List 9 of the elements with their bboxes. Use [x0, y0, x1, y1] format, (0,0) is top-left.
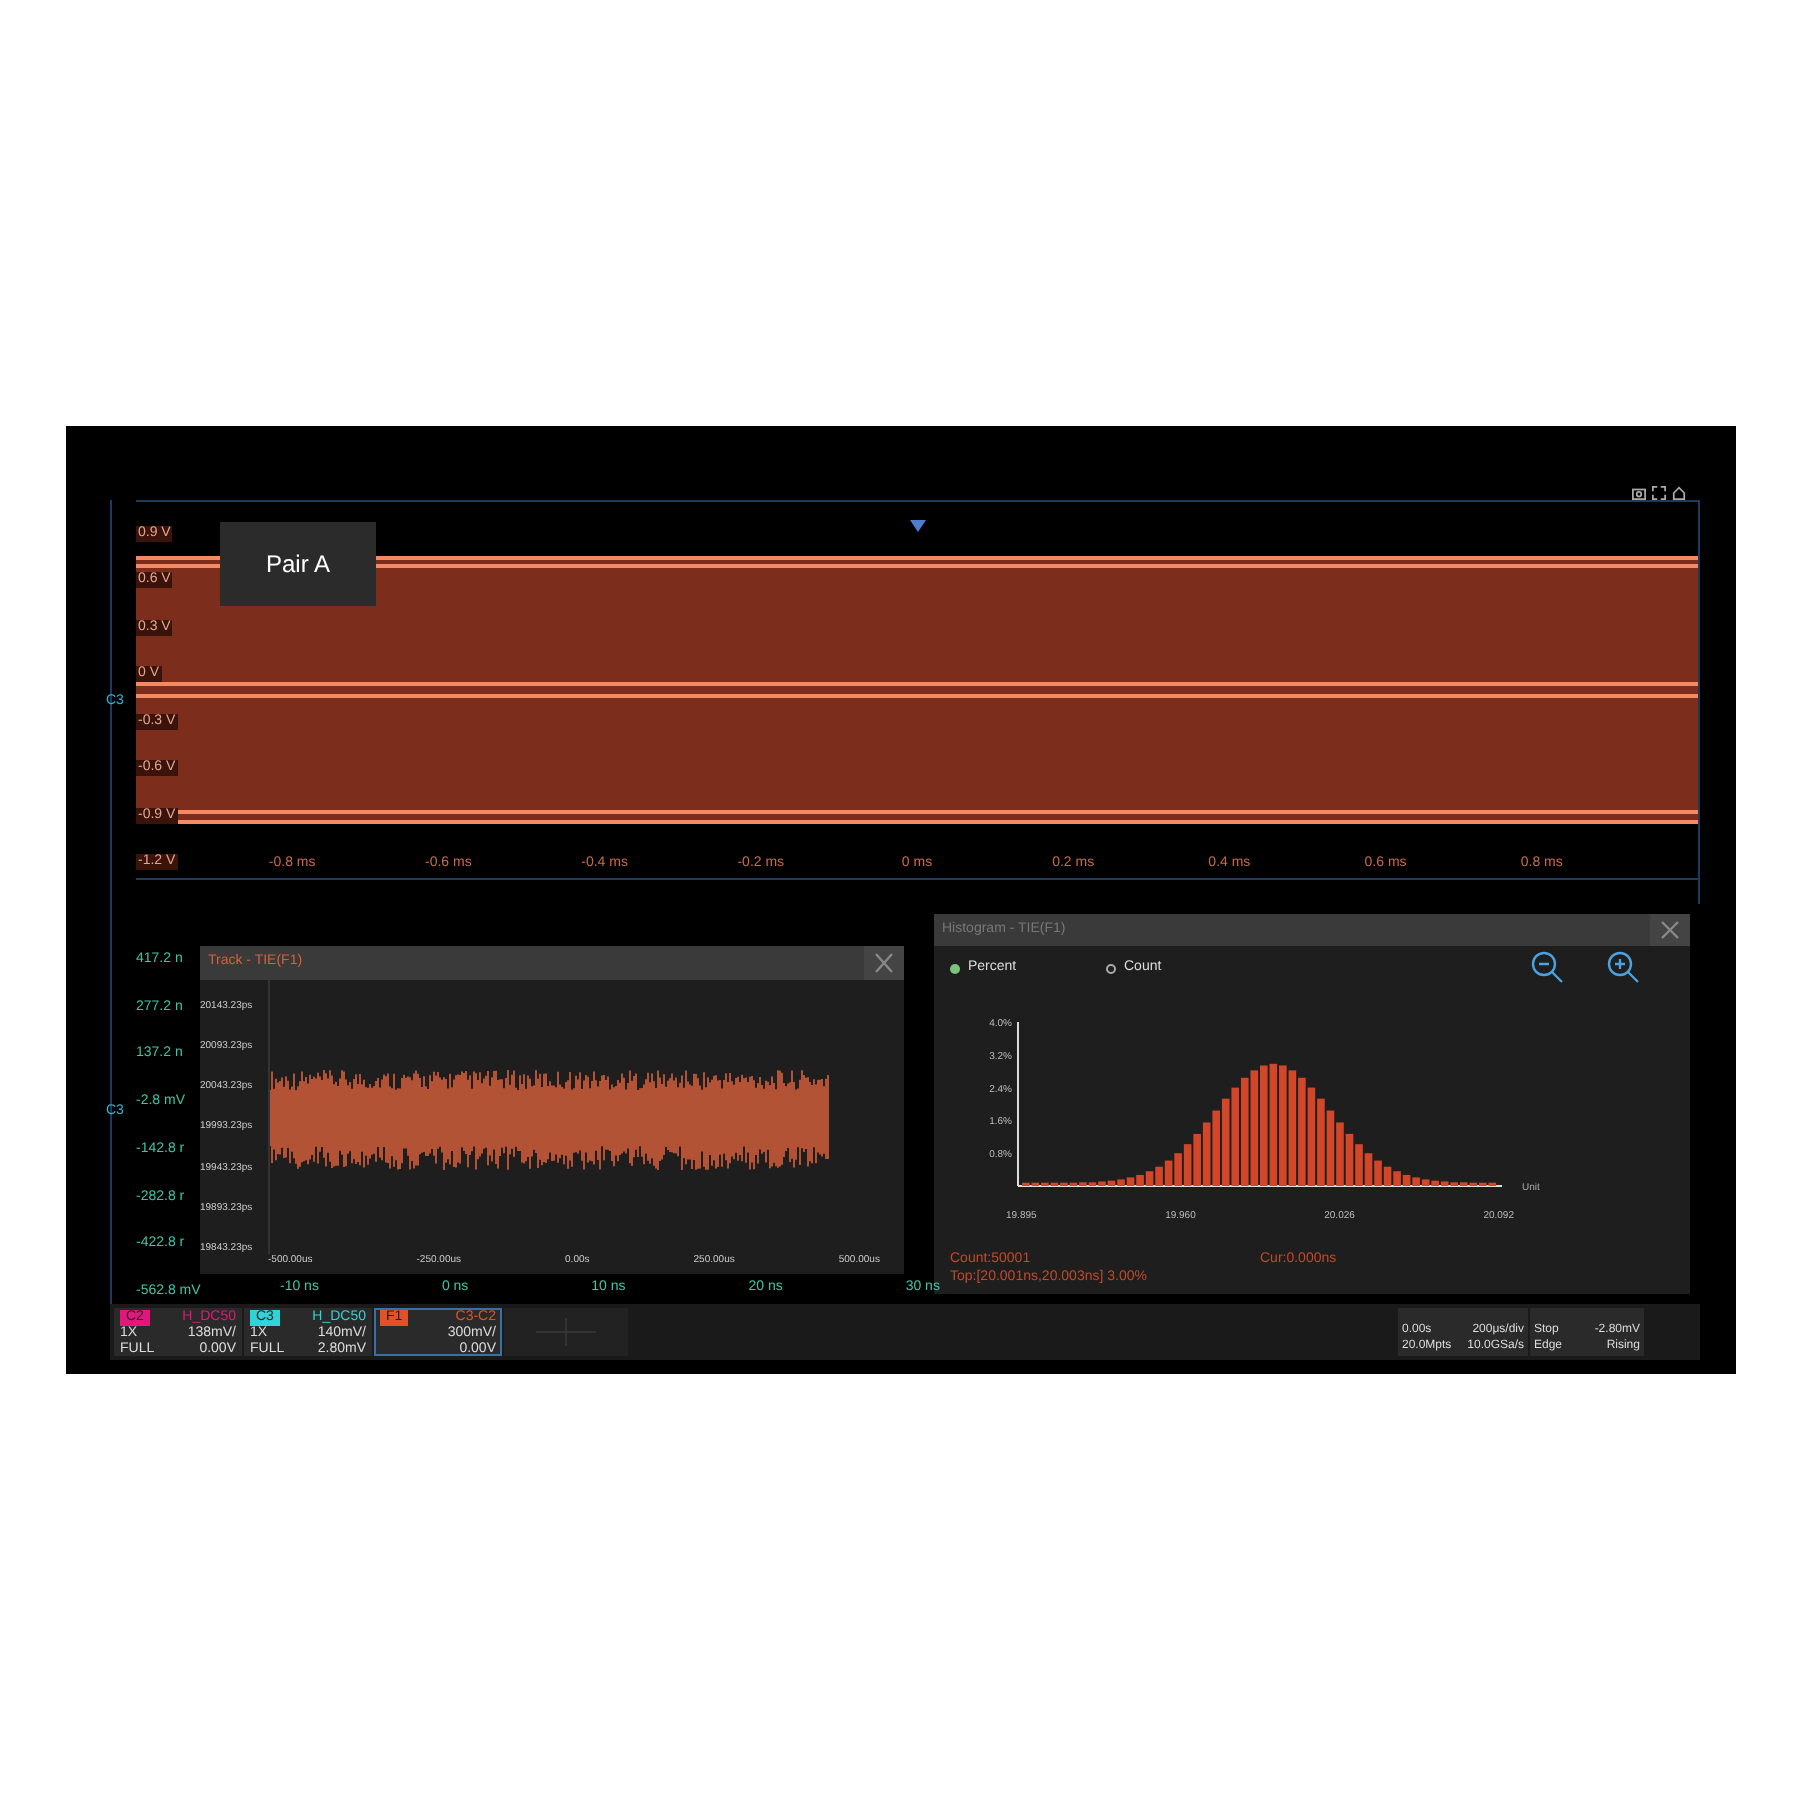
close-icon[interactable] — [864, 946, 904, 980]
waveform-label: Pair A — [265, 548, 330, 582]
zoom-out-icon[interactable] — [1530, 950, 1566, 986]
zoom-in-icon[interactable] — [1606, 950, 1642, 986]
fullscreen-icon[interactable] — [1652, 486, 1666, 500]
close-icon[interactable] — [1650, 914, 1690, 946]
home-icon[interactable] — [1672, 486, 1686, 500]
camera-icon[interactable] — [1632, 486, 1646, 500]
trigger-position-marker[interactable] — [910, 520, 926, 532]
